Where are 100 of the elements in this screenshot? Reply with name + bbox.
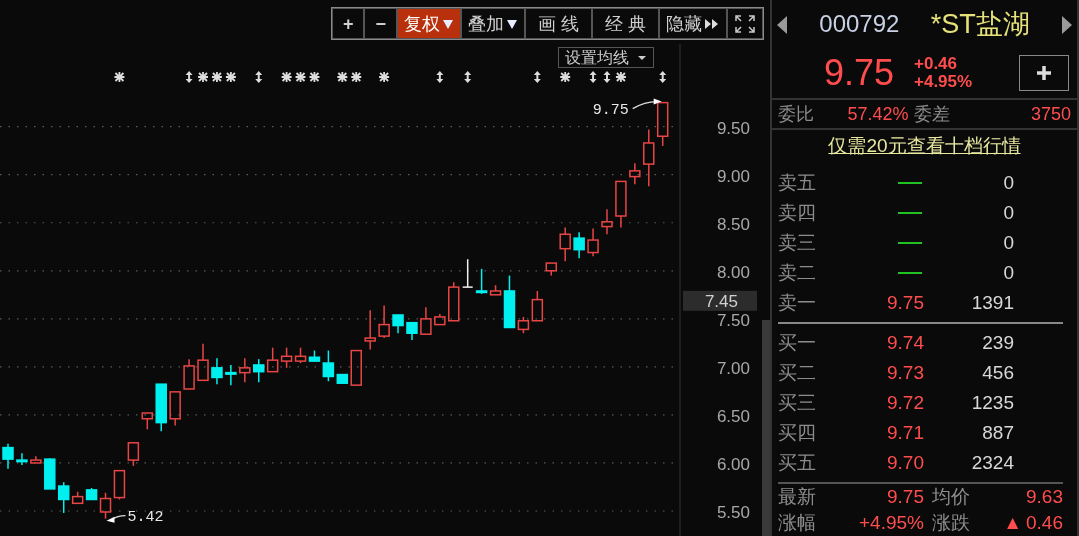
candlestick	[2, 443, 14, 470]
candlestick	[183, 358, 195, 390]
asterisk-icon	[378, 71, 390, 83]
price-change: +0.46	[914, 54, 958, 74]
axis-label: 8.50	[716, 214, 750, 234]
candlestick	[406, 321, 418, 341]
candlestick	[197, 343, 209, 382]
toolbar-button[interactable]: 画 线	[524, 8, 592, 39]
order-volume: 0	[1002, 230, 1014, 255]
order-level-label: 卖一	[778, 290, 817, 315]
summary-label: 涨跌	[932, 510, 971, 535]
candlestick	[629, 162, 641, 186]
candlestick	[225, 364, 237, 386]
add-button[interactable]	[1019, 55, 1069, 92]
asterisk-icon	[308, 71, 321, 83]
stock-name: *ST盐湖	[930, 7, 1030, 41]
double-arrow-icon	[659, 71, 667, 83]
toolbar-button[interactable]: 叠加	[460, 8, 525, 39]
empty-price-dash	[898, 242, 922, 245]
double-arrow-icon	[589, 71, 597, 83]
candlestick	[239, 357, 251, 383]
asterisk-icon	[225, 71, 237, 83]
toolbar-button[interactable]: 隐藏	[659, 8, 727, 39]
empty-price-dash	[898, 182, 922, 185]
asterisk-icon	[294, 71, 307, 83]
toolbar-button[interactable]: 复权	[396, 8, 461, 39]
axis-label: 9.50	[716, 118, 750, 138]
axis-label: 6.00	[716, 454, 750, 474]
candlestick	[420, 306, 432, 335]
price-label: 5.42	[127, 508, 164, 526]
empty-price-dash	[898, 212, 922, 215]
double-arrow-icon	[436, 71, 444, 83]
order-level-label: 买四	[778, 420, 817, 445]
right-arrow-icon	[1061, 14, 1073, 35]
order-volume: 2324	[970, 450, 1014, 475]
summary-value: 9.63	[1026, 484, 1063, 509]
last-price: 9.75	[824, 51, 896, 96]
toolbar-button[interactable]	[727, 8, 763, 39]
asterisk-icon	[113, 71, 126, 83]
candlestick	[294, 346, 307, 364]
asterisk-icon	[336, 71, 349, 83]
order-level-label: 买二	[778, 360, 817, 385]
candlestick	[601, 208, 613, 235]
order-level-label: 卖三	[778, 230, 817, 255]
stock-code: 000792	[819, 9, 900, 40]
left-arrow-icon	[776, 14, 788, 35]
double-arrow-icon	[603, 71, 611, 83]
candlestick	[545, 262, 557, 277]
candlestick	[16, 452, 28, 466]
upgrade-link[interactable]: 仅需20元查看十档行情	[828, 131, 1021, 161]
order-level-label: 卖五	[778, 170, 817, 195]
candlestick	[378, 304, 390, 339]
toolbar-button[interactable]: +	[331, 8, 365, 39]
candlestick	[211, 357, 223, 385]
stat-label: 委差	[914, 102, 952, 126]
caret-icon	[637, 53, 647, 62]
summary-value: 9.75	[887, 485, 924, 507]
asterisk-icon	[280, 71, 293, 83]
stat-value: 3750	[1029, 102, 1071, 126]
empty-price-dash	[898, 272, 922, 275]
candlestick	[615, 180, 627, 229]
scrollbar[interactable]	[762, 320, 770, 536]
order-level-label: 买三	[778, 390, 817, 415]
candlestick	[643, 128, 655, 187]
candlestick	[434, 313, 446, 326]
fullscreen-icon	[734, 13, 756, 34]
candlestick	[169, 391, 181, 427]
order-price: 9.71	[887, 420, 924, 445]
candlestick	[573, 231, 585, 260]
candlestick	[127, 442, 140, 467]
double-arrow-icon	[533, 71, 541, 83]
price-label: 9.75	[592, 101, 629, 119]
toolbar-button[interactable]: 经 典	[592, 8, 659, 39]
leader-line	[106, 515, 127, 523]
moving-average-dropdown[interactable]: 设置均线	[558, 47, 654, 68]
plus-icon	[1035, 64, 1053, 83]
candlestick	[448, 281, 460, 322]
axis-label: 5.50	[716, 503, 750, 522]
stat-label: 委比	[778, 102, 815, 126]
asterisk-icon	[197, 71, 209, 83]
candlestick	[587, 227, 599, 258]
summary-label: 最新	[778, 484, 817, 509]
order-level-label: 买五	[778, 450, 817, 475]
order-volume: 456	[981, 360, 1014, 385]
candlestick	[280, 346, 293, 369]
candlestick	[44, 457, 56, 490]
order-volume: 1235	[970, 390, 1014, 415]
summary-label: 均价	[932, 484, 971, 509]
up-triangle-icon: ▲	[1003, 508, 1022, 536]
order-volume: 0	[1002, 260, 1014, 285]
order-price: 9.75	[887, 290, 924, 315]
double-arrow-icon	[185, 71, 193, 83]
candlestick	[392, 314, 404, 334]
order-price: 9.73	[887, 360, 924, 385]
summary-value: +4.95%	[859, 511, 924, 533]
summary-label: 涨幅	[778, 510, 817, 535]
candlestick	[30, 455, 42, 464]
asterisk-icon	[559, 71, 572, 83]
candlestick	[559, 226, 571, 262]
toolbar-button[interactable]: −	[364, 8, 397, 39]
